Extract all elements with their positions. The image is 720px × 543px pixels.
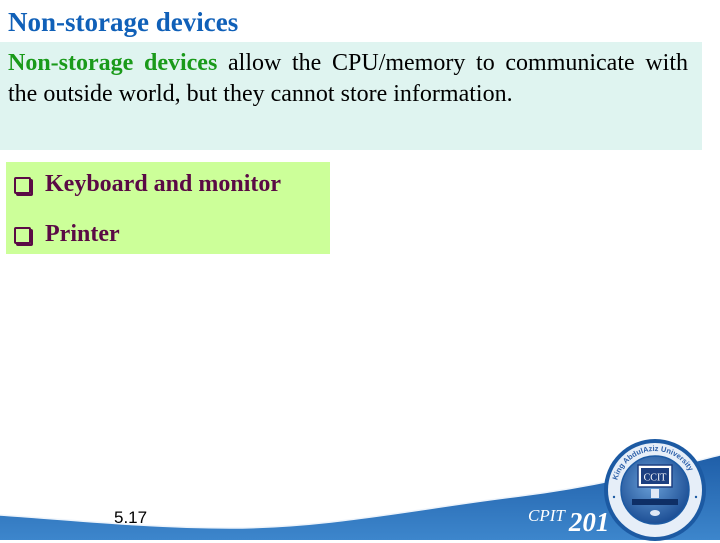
logo-label: CCIT: [644, 473, 667, 484]
university-logo-icon: King AbdulAziz University CCIT: [604, 439, 706, 541]
page-number: 5.17: [114, 508, 148, 527]
course-prefix: CPIT: [528, 506, 565, 525]
course-code: CPIT 201: [528, 506, 609, 538]
